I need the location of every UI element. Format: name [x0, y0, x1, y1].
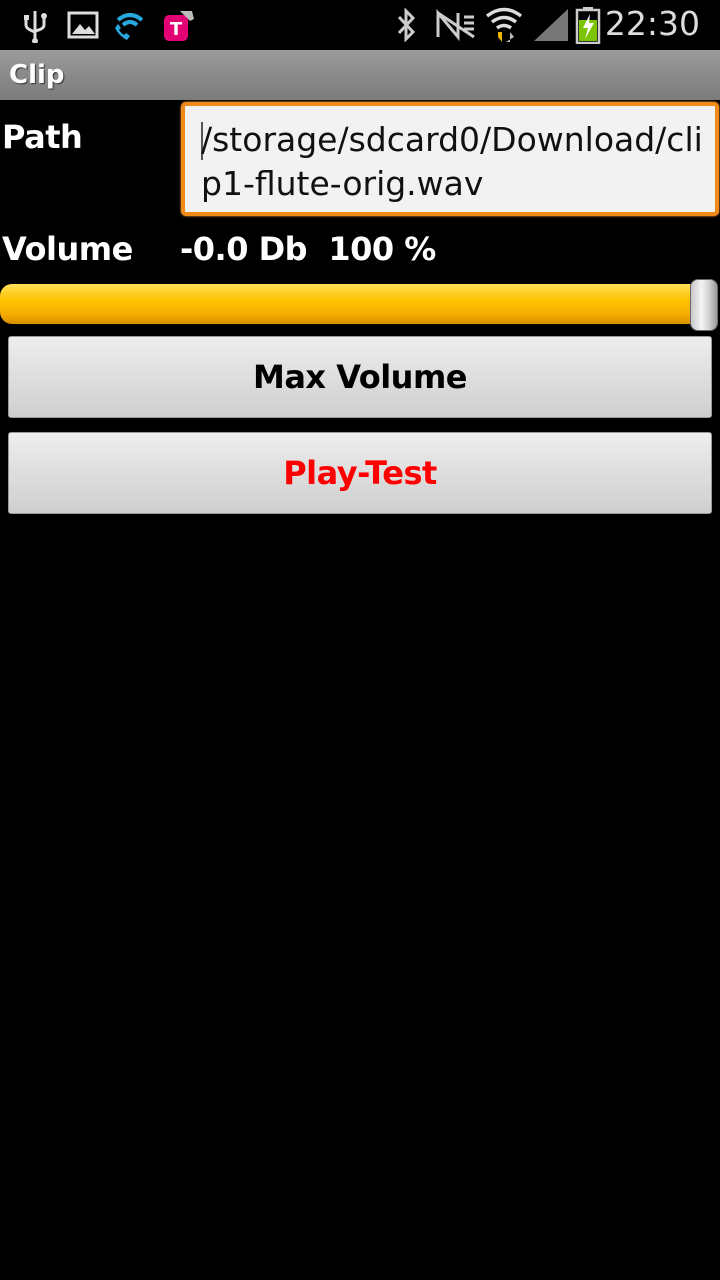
path-label: Path [2, 118, 83, 156]
usb-icon [20, 6, 50, 44]
gallery-icon [66, 6, 100, 44]
no-signal-icon [434, 6, 478, 44]
signal-icon [532, 6, 570, 44]
volume-db: -0.0 Db [180, 230, 308, 268]
wifi-call-icon [112, 6, 148, 44]
volume-slider[interactable] [0, 284, 718, 324]
app-title-bar: Clip [0, 50, 720, 100]
path-input[interactable]: /storage/sdcard0/Download/clip1-flute-or… [181, 102, 719, 216]
volume-label: Volume [2, 230, 133, 268]
bluetooth-icon [394, 6, 418, 44]
svg-text:T: T [170, 19, 183, 40]
status-bar: T 22:30 [0, 0, 720, 50]
wifi-icon [484, 6, 524, 44]
clock: 22:30 [604, 4, 700, 43]
max-volume-button[interactable]: Max Volume [8, 336, 712, 418]
volume-readout: -0.0 Db 100 % [180, 230, 436, 268]
app-title: Clip [9, 60, 65, 90]
volume-slider-thumb[interactable] [690, 279, 718, 331]
path-input-value: /storage/sdcard0/Download/clip1-flute-or… [201, 120, 703, 203]
play-test-button[interactable]: Play-Test [8, 432, 712, 514]
battery-charging-icon [574, 6, 602, 44]
t-mobile-icon: T [160, 6, 196, 44]
volume-percent: 100 % [328, 230, 436, 268]
